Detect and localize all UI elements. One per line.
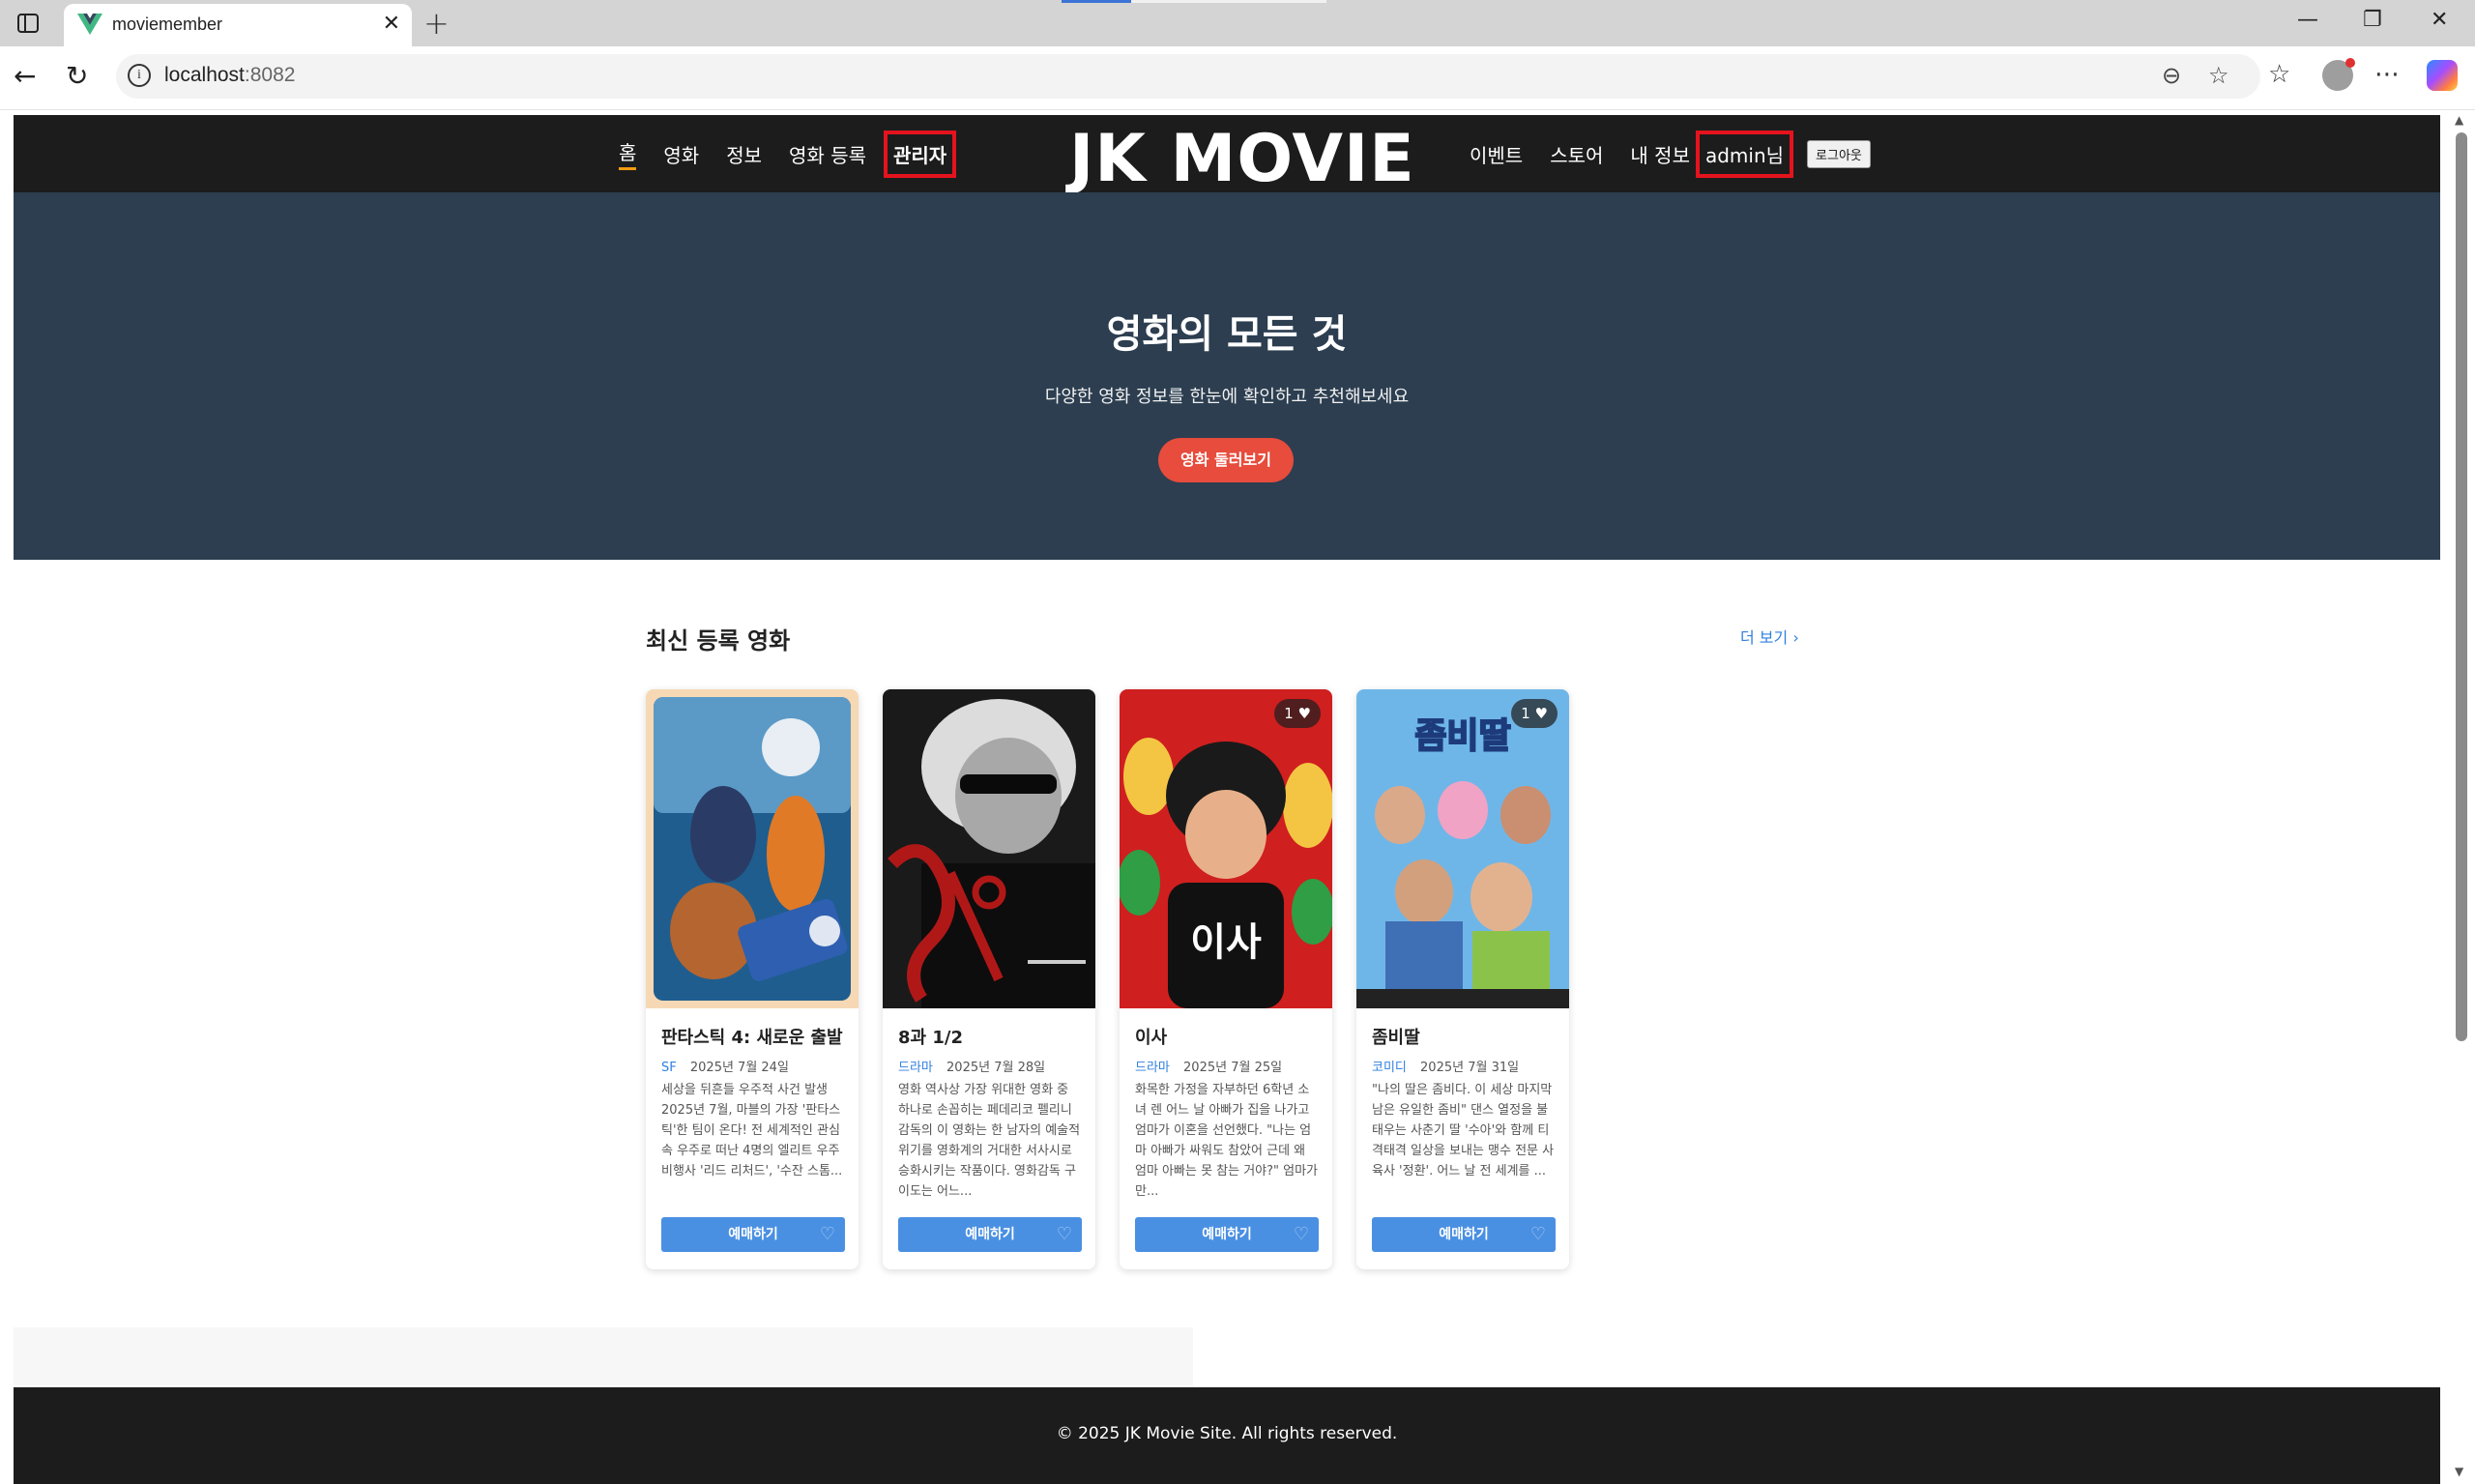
copilot-icon[interactable] [2427, 60, 2458, 91]
browse-movies-button[interactable]: 영화 둘러보기 [1158, 438, 1294, 482]
address-bar[interactable]: i localhost:8082 ⊖ ☆ [116, 54, 2260, 99]
movie-description: "나의 딸은 좀비다. 이 세상 마지막 남은 유일한 좀비" 댄스 열정을 불… [1372, 1083, 1555, 1178]
nav-events[interactable]: 이벤트 [1470, 140, 1523, 168]
movie-genre: 드라마 [1135, 1061, 1170, 1075]
movie-meta: SF 2025년 7월 24일 [661, 1057, 789, 1075]
site-logo[interactable]: JK MOVIE [1069, 121, 1415, 197]
book-button-label: 예매하기 [1439, 1227, 1489, 1242]
scroll-thumb[interactable] [2456, 132, 2467, 1041]
movie-description: 화목한 가정을 자부하던 6학년 소녀 렌 어느 날 아빠가 집을 나가고 엄마… [1135, 1083, 1319, 1199]
more-link[interactable]: 더 보기 › [1740, 625, 1799, 648]
book-button-label: 예매하기 [965, 1227, 1015, 1242]
nav-store[interactable]: 스토어 [1550, 140, 1603, 168]
back-icon[interactable]: ← [14, 60, 36, 92]
hero-title: 영화의 모든 것 [1106, 312, 1348, 357]
movie-description: 세상을 뒤흔들 우주적 사건 발생 2025년 7월, 마블의 가장 '판타스틱… [661, 1083, 843, 1178]
svg-text:좀비딸: 좀비딸 [1414, 716, 1510, 756]
movie-genre: SF [661, 1061, 677, 1075]
browser-tab[interactable]: moviemember ✕ [64, 4, 412, 46]
book-button-label: 예매하기 [1202, 1227, 1252, 1242]
heart-icon[interactable]: ♡ [1530, 1217, 1546, 1252]
scroll-up-icon[interactable]: ▲ [2455, 113, 2463, 127]
movie-title[interactable]: 이사 [1135, 1024, 1167, 1049]
movie-title[interactable]: 8과 1/2 [898, 1024, 963, 1049]
refresh-icon[interactable]: ↻ [66, 60, 88, 92]
footer-spacer [14, 1327, 1193, 1385]
copyright-text: © 2025 JK Movie Site. All rights reserve… [1056, 1424, 1398, 1443]
tab-actions-icon[interactable] [17, 14, 39, 33]
book-button[interactable]: 예매하기 ♡ [898, 1217, 1082, 1252]
section-title: 최신 등록 영화 [646, 627, 791, 655]
like-count-badge: 1 ♥ [1511, 699, 1558, 728]
tab-title: moviemember [112, 15, 223, 34]
restore-icon[interactable]: ❐ [2363, 8, 2382, 32]
like-count-badge: 1 ♥ [1274, 699, 1321, 728]
nav-info[interactable]: 정보 [726, 140, 762, 168]
movie-meta: 드라마 2025년 7월 28일 [898, 1057, 1045, 1075]
movie-meta: 코미디 2025년 7월 31일 [1372, 1057, 1519, 1075]
profile-avatar[interactable] [2322, 58, 2355, 91]
movie-title[interactable]: 좀비딸 [1372, 1024, 1420, 1049]
movie-card[interactable]: 좀비딸 1 ♥ 좀비딸 코미디 2025년 7월 31일 "나의 딸은 좀비다.… [1356, 689, 1569, 1269]
page-viewport: 홈 영화 정보 영화 등록 관리자 JK MOVIE 이벤트 스토어 내 정보 … [0, 111, 2475, 1484]
logout-button[interactable]: 로그아웃 [1807, 139, 1871, 168]
movie-date: 2025년 7월 24일 [689, 1061, 789, 1075]
tab-close-icon[interactable]: ✕ [383, 12, 400, 36]
scroll-down-icon[interactable]: ▼ [2455, 1465, 2463, 1478]
movie-poster[interactable] [883, 689, 1095, 1008]
book-button[interactable]: 예매하기 ♡ [661, 1217, 845, 1252]
nav-movies[interactable]: 영화 [663, 140, 699, 168]
svg-text:이사: 이사 [1190, 920, 1262, 965]
movie-genre: 코미디 [1372, 1061, 1407, 1075]
favorites-icon[interactable]: ☆ [2268, 60, 2290, 89]
nav-admin[interactable]: 관리자 [883, 130, 957, 178]
main-nav-right: 이벤트 스토어 내 정보 admin님 로그아웃 [1470, 115, 1871, 192]
page-scrollbar[interactable]: ▲ ▼ [2448, 111, 2475, 1483]
movie-date: 2025년 7월 25일 [1183, 1061, 1283, 1075]
vue-logo-icon [77, 14, 102, 35]
browser-tab-bar: moviemember ✕ + — ❐ ✕ [0, 0, 2475, 46]
address-text: localhost:8082 [164, 64, 296, 86]
heart-icon[interactable]: ♡ [820, 1217, 835, 1252]
tab-progress-track [1131, 0, 1326, 3]
book-button[interactable]: 예매하기 ♡ [1135, 1217, 1319, 1252]
movie-poster[interactable]: 좀비딸 [1356, 689, 1569, 1008]
movie-card[interactable]: 이사 1 ♥ 이사 드라마 2025년 7월 25일 화목한 가정을 자부하던 … [1120, 689, 1332, 1269]
movie-date: 2025년 7월 31일 [1420, 1061, 1520, 1075]
movie-card[interactable]: 8과 1/2 드라마 2025년 7월 28일 영화 역사상 가장 위대한 영화… [883, 689, 1095, 1269]
browser-toolbar: ← ↻ i localhost:8082 ⊖ ☆ ☆ ⋯ [0, 46, 2475, 110]
site-footer: © 2025 JK Movie Site. All rights reserve… [14, 1387, 2440, 1484]
more-menu-icon[interactable]: ⋯ [2374, 60, 2400, 89]
nav-movie-register[interactable]: 영화 등록 [789, 140, 866, 168]
movie-poster[interactable]: 이사 [1120, 689, 1332, 1008]
nav-home[interactable]: 홈 [619, 137, 637, 170]
main-nav-left: 홈 영화 정보 영화 등록 관리자 [619, 115, 974, 192]
site-info-icon[interactable]: i [128, 64, 151, 87]
zoom-icon[interactable]: ⊖ [2162, 62, 2181, 89]
hero-banner: 영화의 모든 것 다양한 영화 정보를 한눈에 확인하고 추천해보세요 영화 둘… [14, 192, 2440, 560]
site-header: 홈 영화 정보 영화 등록 관리자 JK MOVIE 이벤트 스토어 내 정보 … [14, 115, 2440, 197]
movie-description: 영화 역사상 가장 위대한 영화 중 하나로 손꼽히는 페데리코 펠리니 감독의… [898, 1083, 1081, 1199]
movie-date: 2025년 7월 28일 [946, 1061, 1046, 1075]
new-tab-icon[interactable]: + [423, 4, 450, 43]
nav-my-info[interactable]: 내 정보 [1630, 140, 1690, 168]
hero-subtitle: 다양한 영화 정보를 한눈에 확인하고 추천해보세요 [1044, 387, 1410, 407]
window-close-icon[interactable]: ✕ [2431, 8, 2448, 32]
favorite-star-icon[interactable]: ☆ [2208, 62, 2229, 89]
heart-icon[interactable]: ♡ [1294, 1217, 1309, 1252]
minimize-icon[interactable]: — [2297, 8, 2318, 32]
book-button-label: 예매하기 [728, 1227, 778, 1242]
movie-meta: 드라마 2025년 7월 25일 [1135, 1057, 1282, 1075]
movie-genre: 드라마 [898, 1061, 933, 1075]
movie-poster[interactable] [646, 689, 859, 1008]
movie-card[interactable]: 판타스틱 4: 새로운 출발 SF 2025년 7월 24일 세상을 뒤흔들 우… [646, 689, 859, 1269]
heart-icon[interactable]: ♡ [1057, 1217, 1072, 1252]
tab-progress [1062, 0, 1131, 3]
movie-title[interactable]: 판타스틱 4: 새로운 출발 [661, 1024, 843, 1049]
book-button[interactable]: 예매하기 ♡ [1372, 1217, 1556, 1252]
user-greeting: admin님 [1695, 130, 1794, 178]
